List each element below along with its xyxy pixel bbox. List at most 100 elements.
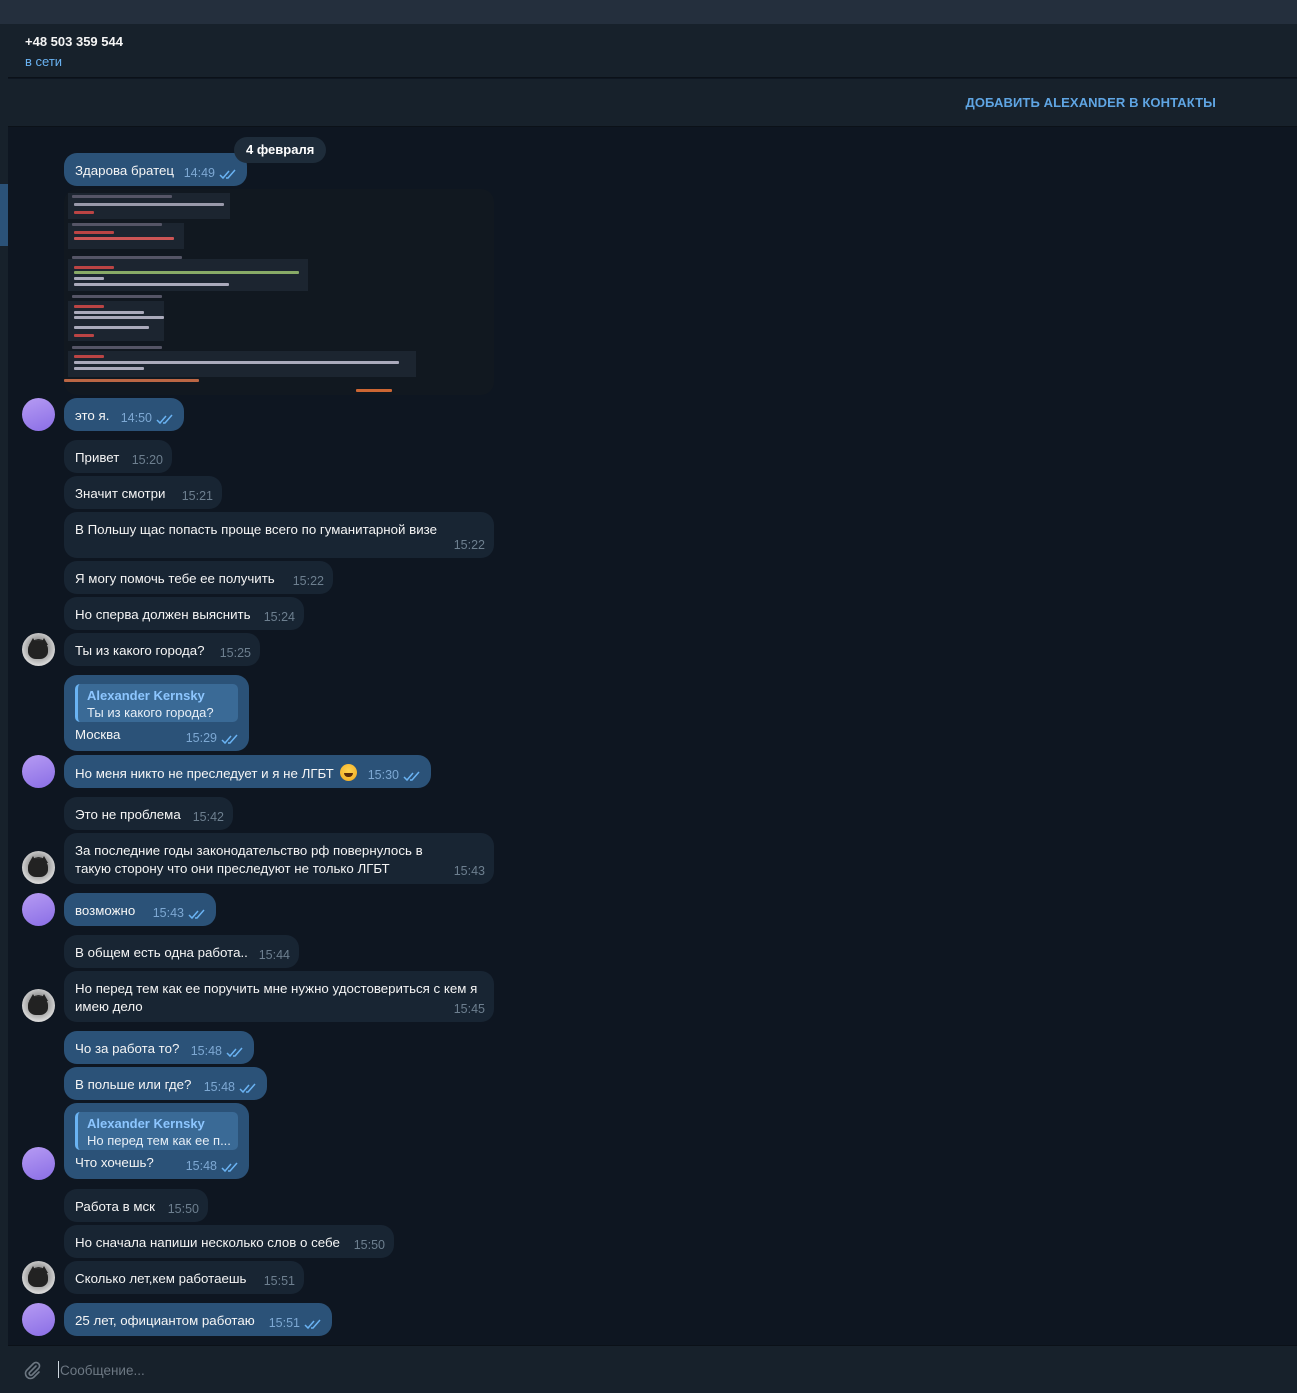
message-time: 15:48 [203, 1080, 235, 1094]
message-time: 15:43 [453, 864, 485, 878]
message-time: 15:22 [453, 538, 485, 552]
double-check-icon [403, 771, 420, 782]
message-text: Но перед тем как ее поручить мне нужно у… [75, 981, 478, 1014]
message-bubble[interactable]: Чо за работа то? 15:48 [64, 1031, 254, 1064]
message-text: Чо за работа то? [75, 1041, 180, 1056]
message-text: Сколько лет,кем работаешь [75, 1271, 247, 1286]
message-time: 15:45 [453, 1002, 485, 1016]
avatar[interactable] [22, 398, 55, 431]
avatar[interactable] [22, 851, 55, 884]
message-time: 15:48 [190, 1044, 222, 1058]
reply-quote[interactable]: Alexander Kernsky Ты из какого города? [75, 684, 238, 722]
message-time: 14:49 [183, 166, 215, 180]
double-check-icon [156, 414, 173, 425]
message-bubble[interactable]: За последние годы законодательство рф по… [64, 833, 494, 884]
reply-quote[interactable]: Alexander Kernsky Но перед тем как ее п.… [75, 1112, 238, 1150]
window-top-strip [0, 0, 1297, 24]
message-time: 15:42 [192, 810, 224, 824]
avatar[interactable] [22, 989, 55, 1022]
add-contact-bar: ДОБАВИТЬ ALEXANDER В КОНТАКТЫ [8, 79, 1297, 127]
message-bubble[interactable]: Значит смотри 15:21 [64, 476, 222, 509]
double-check-icon [219, 169, 236, 180]
message-time: 15:20 [131, 453, 163, 467]
message-text: Но меня никто не преследует и я не ЛГБТ [75, 764, 357, 783]
double-check-icon [304, 1319, 321, 1330]
message-bubble[interactable]: Это не проблема 15:42 [64, 797, 233, 830]
message-bubble[interactable]: Но сначала напиши несколько слов о себе … [64, 1225, 394, 1258]
message-time: 15:48 [185, 1159, 217, 1173]
message-text: Значит смотри [75, 486, 166, 501]
message-text: Москва [75, 727, 121, 742]
message-time: 15:25 [219, 646, 251, 660]
message-time: 15:51 [263, 1274, 295, 1288]
message-bubble[interactable]: Ты из какого города? 15:25 [64, 633, 260, 666]
date-chip: 4 февраля [234, 137, 327, 163]
message-image[interactable] [64, 189, 494, 395]
message-bubble[interactable]: возможно 15:43 [64, 893, 216, 926]
left-panel-strip [0, 24, 8, 1393]
text-caret [58, 1361, 59, 1378]
double-check-icon [239, 1083, 256, 1094]
reply-author: Alexander Kernsky [87, 1116, 205, 1131]
message-time: 15:43 [152, 906, 184, 920]
message-bubble[interactable]: Сколько лет,кем работаешь 15:51 [64, 1261, 304, 1294]
double-check-icon [221, 1162, 238, 1173]
avatar[interactable] [22, 755, 55, 788]
avatar[interactable] [22, 1303, 55, 1336]
message-input[interactable] [60, 1361, 1260, 1379]
message-bubble[interactable]: Но меня никто не преследует и я не ЛГБТ … [64, 755, 431, 788]
message-bubble[interactable]: Alexander Kernsky Но перед тем как ее п.… [64, 1103, 249, 1179]
double-check-icon [226, 1047, 243, 1058]
message-text: Но сначала напиши несколько слов о себе [75, 1235, 340, 1250]
avatar[interactable] [22, 893, 55, 926]
message-bubble[interactable]: Но перед тем как ее поручить мне нужно у… [64, 971, 494, 1022]
message-bubble[interactable]: Работа в мск 15:50 [64, 1189, 208, 1222]
active-chat-marker [0, 184, 8, 246]
message-text: Здарова братец [75, 163, 175, 178]
message-text: В польше или где? [75, 1077, 192, 1092]
message-text: За последние годы законодательство рф по… [75, 843, 423, 876]
message-bubble[interactable]: В польше или где? 15:48 [64, 1067, 267, 1100]
message-text: Что хочешь? [75, 1155, 154, 1170]
message-text: В Польшу щас попасть проще всего по гума… [75, 522, 437, 537]
image-post [68, 223, 184, 249]
message-text: Привет [75, 450, 120, 465]
message-bubble[interactable]: Я могу помочь тебе ее получить 15:22 [64, 561, 333, 594]
joy-emoji [339, 764, 357, 781]
message-time: 15:24 [263, 610, 295, 624]
add-contact-button[interactable]: ДОБАВИТЬ ALEXANDER В КОНТАКТЫ [965, 95, 1216, 110]
message-time: 15:50 [353, 1238, 385, 1252]
message-bubble[interactable]: В Польшу щас попасть проще всего по гума… [64, 512, 494, 558]
message-bubble[interactable]: Но сперва должен выяснить 15:24 [64, 597, 304, 630]
message-bubble[interactable]: В общем есть одна работа.. 15:44 [64, 935, 299, 968]
message-time: 15:30 [367, 768, 399, 782]
message-text: это я. [75, 408, 110, 423]
avatar[interactable] [22, 1261, 55, 1294]
contact-phone[interactable]: +48 503 359 544 [25, 34, 123, 49]
message-text: Ты из какого города? [75, 643, 205, 658]
message-bubble[interactable]: это я. 14:50 [64, 398, 184, 431]
message-bubble[interactable]: Alexander Kernsky Ты из какого города? М… [64, 675, 249, 751]
double-check-icon [188, 909, 205, 920]
message-time: 15:21 [181, 489, 213, 503]
message-time: 15:44 [258, 948, 290, 962]
message-time: 14:50 [120, 411, 152, 425]
message-time: 15:22 [292, 574, 324, 588]
message-composer [8, 1345, 1297, 1393]
reply-text: Ты из какого города? [87, 705, 214, 720]
message-bubble[interactable]: Здарова братец 14:49 [64, 153, 247, 186]
image-post [68, 351, 416, 377]
message-text: Это не проблема [75, 807, 181, 822]
attach-icon[interactable] [22, 1360, 42, 1380]
avatar[interactable] [22, 633, 55, 666]
message-text: 25 лет, официантом работаю [75, 1313, 255, 1328]
avatar[interactable] [22, 1147, 55, 1180]
message-text: Но сперва должен выяснить [75, 607, 251, 622]
message-bubble[interactable]: Привет 15:20 [64, 440, 172, 473]
image-post [68, 259, 308, 291]
chat-header[interactable]: +48 503 359 544 в сети [8, 24, 1297, 78]
message-bubble[interactable]: 25 лет, официантом работаю 15:51 [64, 1303, 332, 1336]
message-time: 15:51 [268, 1316, 300, 1330]
message-time: 15:50 [167, 1202, 199, 1216]
message-text: В общем есть одна работа.. [75, 945, 248, 960]
